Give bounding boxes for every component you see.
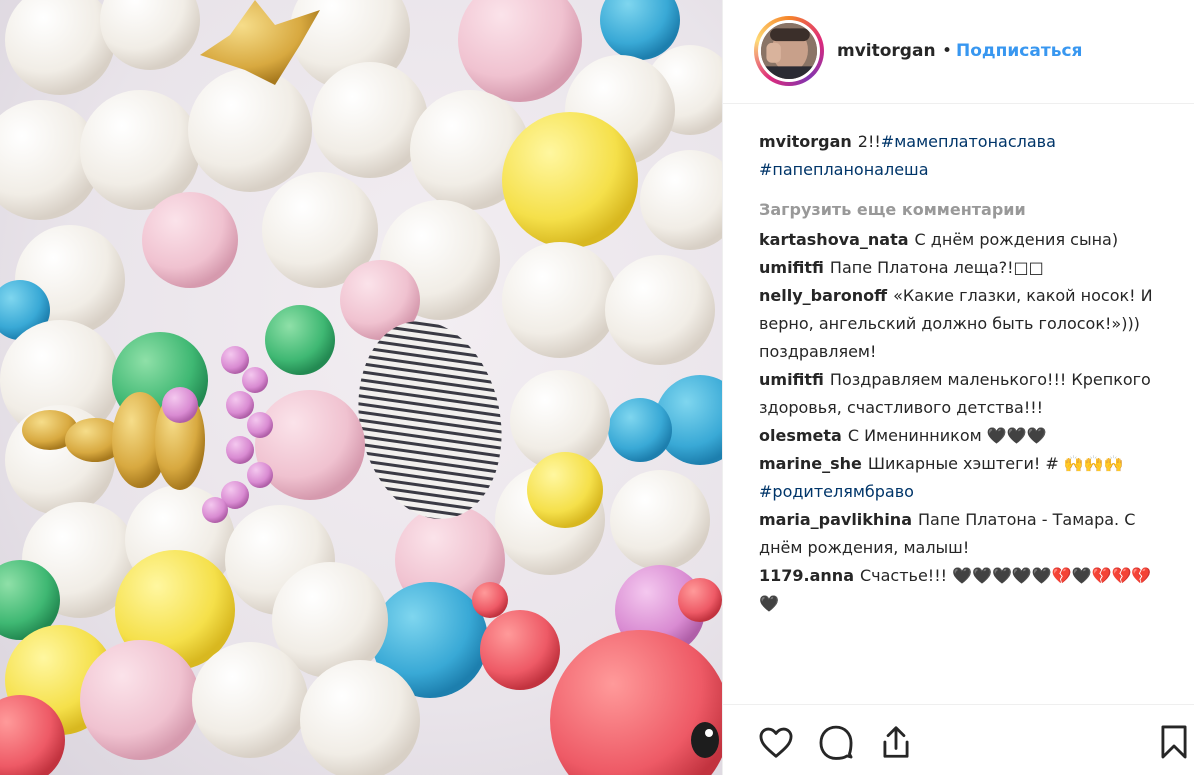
heart-icon — [759, 727, 793, 758]
comment-item: 1179.anna Счастье!!! 🖤🖤🖤🖤🖤💔🖤💔💔💔🖤 — [759, 562, 1169, 618]
comment-username[interactable]: nelly_baronoff — [759, 286, 887, 305]
comment-username[interactable]: umifitfi — [759, 258, 824, 277]
comment-button[interactable] — [817, 723, 855, 761]
bookmark-icon — [1161, 725, 1187, 759]
comment-username[interactable]: maria_pavlikhina — [759, 510, 912, 529]
share-icon — [883, 726, 909, 758]
load-more-comments-button[interactable]: Загрузить еще комментарии — [759, 196, 1169, 224]
comment-text: С днём рождения сына) — [914, 230, 1119, 249]
comment-icon — [819, 725, 853, 760]
caption-hashtag[interactable]: #папепланоналеша — [759, 160, 929, 179]
caption-username[interactable]: mvitorgan — [759, 132, 852, 151]
comment-text: Папе Платона леща?!□□ — [829, 258, 1044, 277]
comment-username[interactable]: umifitfi — [759, 370, 824, 389]
comment-item: umifitfi Папе Платона леща?!□□ — [759, 254, 1169, 282]
comment-username[interactable]: kartashova_nata — [759, 230, 909, 249]
comment-item: olesmeta С Именинником 🖤🖤🖤 — [759, 422, 1169, 450]
avatar[interactable] — [754, 16, 824, 86]
balloon-photo-image — [0, 0, 722, 775]
comment-item: umifitfi Поздравляем маленького!!! Крепко… — [759, 366, 1169, 422]
follow-button[interactable]: Подписаться — [956, 41, 1082, 61]
save-button[interactable] — [1155, 723, 1193, 761]
comments-list: mvitorgan 2!!#мамеплатонаслава #папеплано… — [759, 128, 1169, 618]
like-button[interactable] — [757, 723, 795, 761]
avatar-image — [758, 20, 820, 82]
comment-item: marine_she Шикарные хэштеги! # 🙌🙌🙌 #родит… — [759, 450, 1169, 506]
post-actions-bar — [723, 704, 1194, 775]
post-side-panel: mvitorgan • Подписаться mvitorgan 2!!#мам… — [722, 0, 1194, 775]
post-caption: mvitorgan 2!!#мамеплатонаслава #папеплано… — [759, 128, 1169, 184]
share-button[interactable] — [877, 723, 915, 761]
comment-item: nelly_baronoff «Какие глазки, какой носок… — [759, 282, 1169, 366]
comment-item: maria_pavlikhina Папе Платона - Тамара. С… — [759, 506, 1169, 562]
user-avatar-icon — [761, 23, 817, 79]
post-photo[interactable] — [0, 0, 722, 775]
post-header: mvitorgan • Подписаться — [723, 0, 1194, 104]
separator-dot: • — [942, 41, 953, 61]
comment-item: kartashova_nata С днём рождения сына) — [759, 226, 1169, 254]
post-author-username[interactable]: mvitorgan — [837, 41, 936, 61]
caption-text: 2!! — [857, 132, 881, 151]
comment-text: С Именинником 🖤🖤🖤 — [847, 426, 1047, 445]
comment-username[interactable]: olesmeta — [759, 426, 842, 445]
comment-username[interactable]: marine_she — [759, 454, 862, 473]
comment-text: Шикарные хэштеги! # 🙌🙌🙌 — [867, 454, 1124, 473]
caption-hashtag[interactable]: #мамеплатонаслава — [881, 132, 1056, 151]
comment-hashtag[interactable]: #родителямбраво — [759, 482, 914, 501]
comment-username[interactable]: 1179.anna — [759, 566, 854, 585]
